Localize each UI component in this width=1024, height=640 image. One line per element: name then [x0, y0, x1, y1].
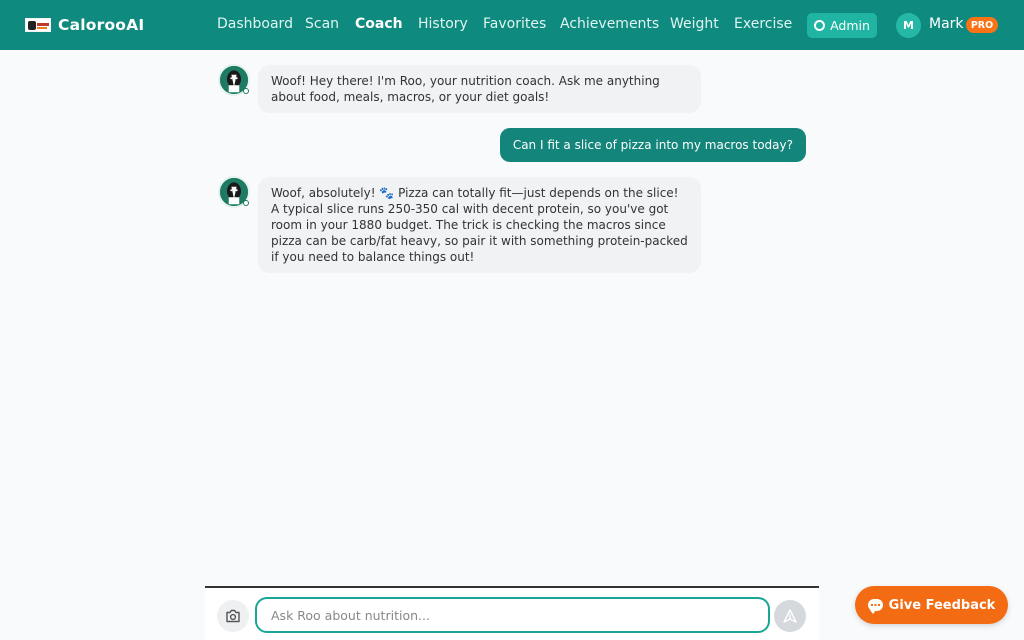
user-message: Can I fit a slice of pizza into my macro… — [499, 128, 806, 162]
nav-scan[interactable]: Scan — [305, 16, 339, 32]
send-button[interactable] — [774, 600, 806, 632]
app-name: CalorooAI — [58, 16, 145, 34]
gear-icon — [814, 20, 826, 31]
nav-favorites[interactable]: Favorites — [483, 16, 546, 32]
nav-weight[interactable]: Weight — [670, 16, 719, 32]
speech-bubble-icon — [867, 599, 883, 614]
user-avatar[interactable]: M — [896, 13, 921, 38]
coach-message: Woof, absolutely! 🐾 Pizza can totally fi… — [258, 177, 701, 273]
online-indicator — [243, 200, 249, 206]
nav-history[interactable]: History — [418, 16, 468, 32]
coach-message: Woof! Hey there! I'm Roo, your nutrition… — [258, 65, 701, 113]
chat-input-bar — [205, 586, 819, 640]
top-navbar: CalorooAI Dashboard Scan Coach History F… — [0, 0, 1024, 50]
camera-button[interactable] — [217, 600, 249, 632]
send-icon — [783, 609, 797, 623]
chat-input[interactable] — [255, 597, 770, 633]
nav-achievements[interactable]: Achievements — [560, 16, 659, 32]
camera-icon — [226, 609, 240, 623]
feedback-label: Give Feedback — [888, 597, 996, 613]
admin-button[interactable]: Admin — [807, 13, 877, 38]
brand[interactable]: CalorooAI — [25, 0, 144, 50]
logo-icon — [25, 18, 51, 32]
user-name[interactable]: Mark — [929, 16, 964, 32]
give-feedback-button[interactable]: Give Feedback — [855, 586, 1008, 624]
admin-label: Admin — [830, 18, 870, 33]
nav-dashboard[interactable]: Dashboard — [217, 16, 293, 32]
nav-coach[interactable]: Coach — [355, 16, 403, 32]
online-indicator — [243, 88, 249, 94]
nav-exercise[interactable]: Exercise — [734, 16, 792, 32]
pro-badge: PRO — [966, 17, 998, 33]
